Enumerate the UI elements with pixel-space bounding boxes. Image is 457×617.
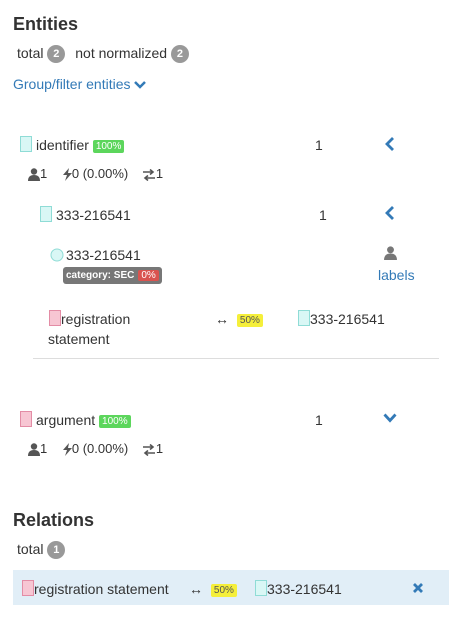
relations-heading: Relations xyxy=(13,510,95,530)
category-label: category: SEC xyxy=(66,270,135,281)
relation-arrow-group: ↔ 50% xyxy=(215,311,263,327)
not-normalized-count-badge: 2 xyxy=(170,45,189,64)
bidirectional-arrow-icon: ↔ xyxy=(215,311,229,327)
chevron-left-icon[interactable] xyxy=(384,206,396,220)
group-filter-entities-link[interactable]: Group/filter entities xyxy=(13,76,147,92)
entities-heading: Entities xyxy=(13,14,79,34)
user-count: 1 xyxy=(40,166,48,181)
user-icon[interactable] xyxy=(384,246,397,260)
relation-right-swatch xyxy=(255,580,267,596)
relation-left: registration statement xyxy=(34,581,169,597)
entity-argument-row[interactable]: argument 100% xyxy=(36,412,131,428)
user-count: 1 xyxy=(40,441,48,456)
relation-left-line2: statement xyxy=(48,331,110,347)
bolt-stat: 0 (0.00%) xyxy=(71,441,129,456)
entity-color-swatch xyxy=(20,411,32,427)
entity-percent-badge: 100% xyxy=(99,414,131,428)
circle-icon xyxy=(50,248,64,262)
chevron-left-icon[interactable] xyxy=(384,137,396,151)
bidirectional-arrow-icon: ↔ xyxy=(189,581,203,597)
relation-left-line1: registration xyxy=(61,311,131,327)
relation-right: 333-216541 xyxy=(267,581,342,597)
relation-right[interactable]: 333-216541 xyxy=(310,311,385,327)
relation-left-swatch xyxy=(49,310,61,326)
bolt-icon xyxy=(62,168,72,182)
entity-argument-stats: 1 0 (0.00%) 1 xyxy=(28,441,164,457)
child-entity-name[interactable]: 333-216541 xyxy=(56,207,131,223)
group-filter-entities-label: Group/filter entities xyxy=(13,76,131,92)
entity-count: 1 xyxy=(315,137,323,153)
category-badge: category: SEC 0% xyxy=(63,265,162,284)
exchange-icon xyxy=(142,443,155,456)
bolt-stat: 0 (0.00%) xyxy=(71,166,129,181)
entity-identifier-row[interactable]: identifier 100% xyxy=(36,137,125,153)
divider xyxy=(33,358,439,359)
entity-name: identifier xyxy=(36,137,89,153)
chevron-down-icon xyxy=(134,81,147,90)
entity-percent-badge: 100% xyxy=(92,139,125,153)
relations-totals: total 1 xyxy=(17,541,66,560)
entity-identifier-stats: 1 0 (0.00%) 1 xyxy=(28,166,164,182)
relation-right-swatch xyxy=(298,310,310,326)
close-icon[interactable] xyxy=(412,582,424,594)
category-percent: 0% xyxy=(138,270,159,281)
entity-name: argument xyxy=(36,412,96,428)
user-icon xyxy=(28,168,40,182)
entity-color-swatch xyxy=(20,136,32,152)
relations-stat: 1 xyxy=(155,441,164,456)
relation-arrow-group: ↔ 50% xyxy=(189,581,237,597)
exchange-icon xyxy=(142,168,155,181)
total-count-badge: 2 xyxy=(47,45,66,64)
child-entity-count: 1 xyxy=(319,207,327,223)
relation-percent-badge: 50% xyxy=(210,583,237,597)
relations-stat: 1 xyxy=(155,166,164,181)
mention-text[interactable]: 333-216541 xyxy=(66,247,141,263)
child-entity-color-swatch xyxy=(40,206,52,222)
entities-totals: total 2 not normalized 2 xyxy=(17,45,189,64)
labels-link[interactable]: labels xyxy=(378,267,415,283)
relation-percent-badge: 50% xyxy=(236,313,263,327)
chevron-down-icon[interactable] xyxy=(383,413,397,423)
user-icon xyxy=(28,443,40,457)
not-normalized-label: not normalized xyxy=(75,45,168,61)
total-count-badge: 1 xyxy=(47,541,66,560)
total-label: total xyxy=(17,45,44,61)
total-label: total xyxy=(17,541,44,557)
relation-left-swatch xyxy=(22,580,34,596)
bolt-icon xyxy=(62,443,72,457)
entity-count: 1 xyxy=(315,412,323,428)
